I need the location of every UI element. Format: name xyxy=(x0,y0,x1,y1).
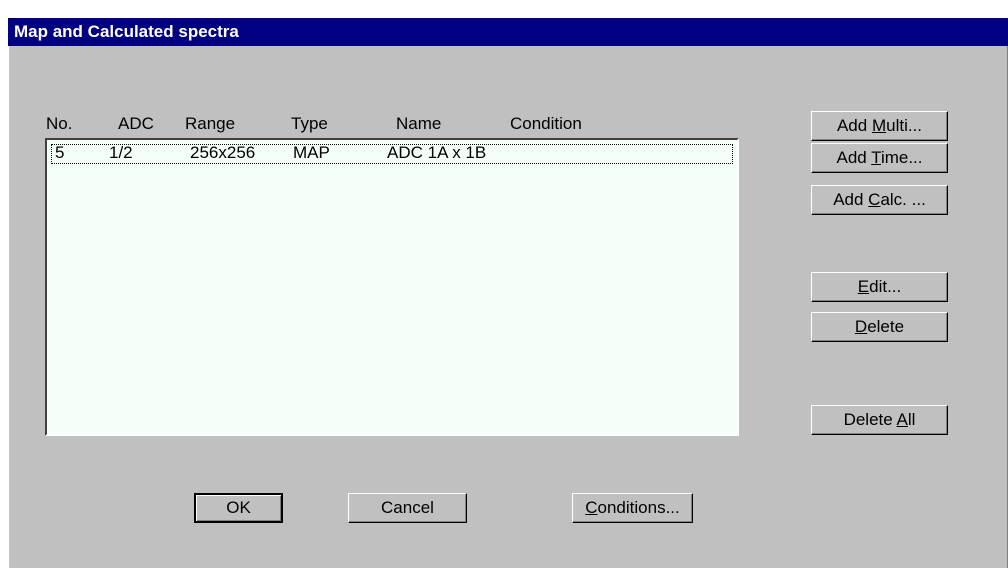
add-time-button[interactable]: Add Time... xyxy=(811,143,948,173)
delete-all-accelerator: A xyxy=(896,410,908,429)
cell-type: MAP xyxy=(293,143,330,162)
cell-name: ADC 1A x 1B xyxy=(387,143,487,162)
add-time-label: Add xyxy=(836,148,872,167)
dialog-window: Map and Calculated spectra No. ADC Range… xyxy=(8,18,1008,568)
column-header-no: No. xyxy=(46,114,73,133)
column-header-adc: ADC xyxy=(118,114,154,133)
column-header-condition: Condition xyxy=(510,114,582,133)
conditions-accelerator: C xyxy=(585,498,598,517)
cancel-button[interactable]: Cancel xyxy=(348,493,467,523)
delete-accelerator: D xyxy=(854,317,868,336)
add-multi-button[interactable]: Add Multi... xyxy=(811,111,948,141)
add-multi-accelerator: M xyxy=(871,116,887,135)
add-calc-button[interactable]: Add Calc. ... xyxy=(811,185,948,215)
column-header-range: Range xyxy=(185,114,236,133)
conditions-label-rest: onditions... xyxy=(597,498,680,517)
delete-all-button[interactable]: Delete All xyxy=(811,405,948,435)
add-multi-label: Add xyxy=(836,116,872,135)
add-calc-accelerator: C xyxy=(868,190,881,209)
dialog-title[interactable]: Map and Calculated spectra xyxy=(8,18,1008,46)
delete-button[interactable]: Delete xyxy=(811,312,948,342)
add-time-label-rest: ime... xyxy=(880,148,923,167)
delete-label-rest: elete xyxy=(867,317,905,336)
cell-no: 5 xyxy=(55,143,65,162)
add-calc-label-rest: alc. ... xyxy=(880,190,926,209)
edit-label-rest: dit... xyxy=(869,277,902,296)
spectra-listbox[interactable]: 5 1/2 256x256 MAP ADC 1A x 1B xyxy=(45,138,739,436)
column-header-type: Type xyxy=(291,114,328,133)
delete-all-label-rest: ll xyxy=(907,410,916,429)
edit-button[interactable]: Edit... xyxy=(811,272,948,302)
add-multi-label-rest: ulti... xyxy=(886,116,923,135)
add-time-accelerator: T xyxy=(871,148,881,167)
delete-all-label: Delete xyxy=(843,410,897,429)
list-item[interactable]: 5 1/2 256x256 MAP ADC 1A x 1B xyxy=(49,142,735,164)
column-header-name: Name xyxy=(396,114,442,133)
cell-range: 256x256 xyxy=(190,143,256,162)
ok-button[interactable]: OK xyxy=(194,493,283,523)
cell-adc: 1/2 xyxy=(109,143,133,162)
edit-accelerator: E xyxy=(857,277,870,296)
add-calc-label: Add xyxy=(833,190,869,209)
conditions-button[interactable]: Conditions... xyxy=(572,493,693,523)
